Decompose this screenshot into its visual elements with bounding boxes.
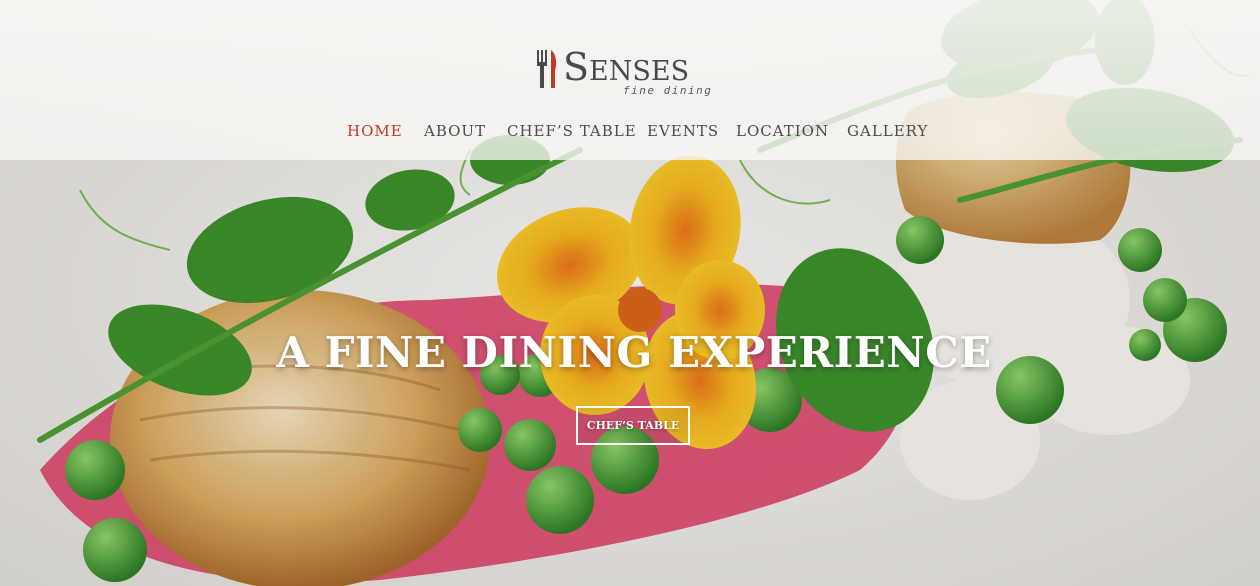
nav-item-about[interactable]: About bbox=[424, 122, 486, 140]
brand-logo[interactable]: Senses fine dining bbox=[535, 44, 735, 100]
nav-item-events[interactable]: Events bbox=[647, 122, 719, 140]
nav-item-gallery[interactable]: Gallery bbox=[847, 122, 928, 140]
brand-tagline: fine dining bbox=[623, 84, 713, 97]
nav-item-location[interactable]: Location bbox=[736, 122, 829, 140]
main-navigation: Home About Chef’s Table Events Location … bbox=[0, 122, 1260, 148]
hero-headline: A FINE DINING EXPERIENCE bbox=[276, 328, 992, 378]
nav-item-chefs-table[interactable]: Chef’s Table bbox=[507, 122, 637, 140]
nav-item-home[interactable]: Home bbox=[347, 122, 403, 140]
site-header: Senses fine dining Home About Chef’s Tab… bbox=[0, 0, 1260, 160]
chefs-table-button[interactable]: CHEF’S TABLE bbox=[576, 406, 690, 445]
fork-knife-icon bbox=[537, 50, 557, 88]
